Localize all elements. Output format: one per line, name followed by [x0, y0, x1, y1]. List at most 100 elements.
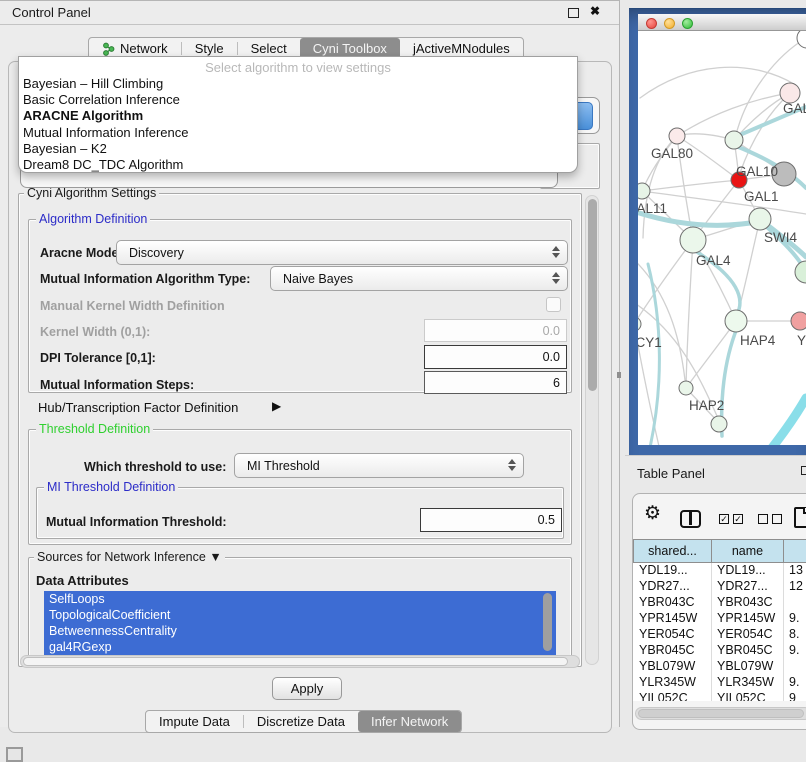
algorithm-dropdown-popup: Select algorithm to view settings Bayesi…: [18, 56, 578, 173]
mi-type-label: Mutual Information Algorithm Type:: [40, 272, 250, 286]
threshold-definition-title: Threshold Definition: [36, 423, 153, 436]
mi-steps-field[interactable]: 6: [424, 371, 567, 394]
network-node[interactable]: [795, 261, 806, 283]
network-edge[interactable]: [642, 136, 677, 191]
network-node[interactable]: [711, 416, 727, 432]
hub-definition-label[interactable]: Hub/Transcription Factor Definition: [38, 400, 238, 415]
mi-threshold-field[interactable]: 0.5: [420, 508, 562, 532]
zoom-traffic-light-icon[interactable]: [682, 18, 693, 29]
table-row[interactable]: YBR043CYBR043C: [633, 595, 806, 611]
algorithm-option[interactable]: Bayesian – Hill Climbing: [19, 76, 577, 92]
sources-title[interactable]: Sources for Network Inference ▼: [34, 551, 225, 564]
node-label: GAL1: [744, 189, 779, 204]
table-row[interactable]: YDL19...YDL19...13: [633, 563, 806, 579]
checked-box-icon-2[interactable]: ✓: [733, 514, 743, 524]
apply-button[interactable]: Apply: [272, 677, 342, 700]
network-node-gal[interactable]: [780, 83, 800, 103]
close-traffic-light-icon[interactable]: [646, 18, 657, 29]
network-edge[interactable]: [642, 180, 739, 191]
settings-vertical-scrollbar-thumb[interactable]: [588, 199, 597, 391]
network-node-gal4[interactable]: [680, 227, 706, 253]
table-row[interactable]: YLR345WYLR345W9.: [633, 675, 806, 691]
unchecked-box-icon-1[interactable]: [758, 514, 768, 524]
algorithm-option[interactable]: Basic Correlation Inference: [19, 92, 577, 108]
network-node[interactable]: [797, 31, 806, 48]
table-panel-float-icon[interactable]: [801, 466, 806, 475]
network-node-gal10[interactable]: [725, 131, 743, 149]
column-header[interactable]: [783, 539, 806, 563]
columns-icon[interactable]: [680, 510, 701, 528]
network-node-y[interactable]: [791, 312, 806, 330]
manual-kernel-checkbox[interactable]: [546, 297, 561, 312]
tab-infer-network[interactable]: Infer Network: [358, 711, 461, 732]
algorithm-option[interactable]: Mutual Information Inference: [19, 125, 577, 141]
table-row[interactable]: YIL052CYIL052C9: [633, 691, 806, 701]
splitter-handle[interactable]: [617, 372, 621, 378]
close-icon[interactable]: ✖: [590, 4, 600, 18]
table-cell: YBR045C: [633, 643, 711, 659]
spinner-arrows-icon: [508, 459, 516, 471]
table-row[interactable]: YPR145WYPR145W9.: [633, 611, 806, 627]
algorithm-option[interactable]: Bayesian – K2: [19, 141, 577, 157]
network-edge[interactable]: [638, 256, 685, 380]
data-attribute-item[interactable]: SelfLoops: [44, 591, 556, 607]
collapsed-panel-button[interactable]: [6, 747, 23, 762]
tab-impute-data[interactable]: Impute Data: [146, 711, 243, 732]
node-label: SWI4: [764, 230, 797, 245]
table-horizontal-scrollbar[interactable]: [635, 707, 806, 720]
cyni-settings-title: Cyni Algorithm Settings: [24, 187, 159, 200]
node-label: GAL80: [651, 146, 693, 161]
column-header[interactable]: name: [711, 539, 784, 563]
algorithm-option[interactable]: ARACNE Algorithm: [19, 108, 577, 124]
minimize-traffic-light-icon[interactable]: [664, 18, 675, 29]
data-attribute-item[interactable]: TopologicalCoefficient: [44, 607, 556, 623]
table-row[interactable]: YDR27...YDR27...12: [633, 579, 806, 595]
which-threshold-value: MI Threshold: [247, 459, 320, 473]
table-row[interactable]: YBR045CYBR045C9.: [633, 643, 806, 659]
algorithm-option[interactable]: Dream8 DC_TDC Algorithm: [19, 157, 577, 173]
which-threshold-select[interactable]: MI Threshold: [234, 453, 524, 478]
network-edge[interactable]: [677, 93, 790, 136]
table-row[interactable]: YBL079WYBL079W: [633, 659, 806, 675]
settings-horizontal-scrollbar-thumb[interactable]: [23, 657, 568, 666]
expand-arrow-icon[interactable]: ▼: [209, 550, 221, 564]
network-edge[interactable]: [764, 398, 806, 445]
network-node-swi4[interactable]: [749, 208, 771, 230]
table-cell: YPR145W: [711, 611, 783, 627]
table-cell: [783, 659, 806, 675]
kernel-width-label: Kernel Width (0,1):: [40, 325, 150, 339]
collapse-arrow-icon[interactable]: ▶: [272, 399, 281, 413]
tab-discretize-data[interactable]: Discretize Data: [244, 711, 358, 732]
table-row[interactable]: YER054CYER054C8.: [633, 627, 806, 643]
float-window-icon[interactable]: [568, 8, 579, 18]
dpi-tolerance-field[interactable]: 0.0: [424, 345, 567, 369]
network-node-hap4[interactable]: [725, 310, 747, 332]
tab-label: Cyni Toolbox: [313, 41, 387, 56]
network-edge[interactable]: [648, 264, 659, 445]
data-attribute-item[interactable]: gal4RGexp: [44, 639, 556, 655]
network-icon: [102, 42, 115, 56]
data-attributes-list[interactable]: SelfLoopsTopologicalCoefficientBetweenne…: [44, 591, 556, 655]
table-cell: YBR043C: [633, 595, 711, 611]
data-attribute-item[interactable]: BetweennessCentrality: [44, 623, 556, 639]
network-window-titlebar[interactable]: [638, 14, 806, 31]
network-node-gal80[interactable]: [669, 128, 685, 144]
table-cell: YPR145W: [633, 611, 711, 627]
page-icon[interactable]: [794, 507, 806, 528]
manual-kernel-label: Manual Kernel Width Definition: [40, 299, 225, 313]
settings-vertical-scrollbar[interactable]: [585, 195, 599, 665]
column-header[interactable]: shared...: [633, 539, 712, 563]
network-node-hap2[interactable]: [679, 381, 693, 395]
network-edge[interactable]: [640, 67, 794, 98]
unchecked-box-icon-2[interactable]: [772, 514, 782, 524]
table-horizontal-scrollbar-thumb[interactable]: [638, 709, 804, 718]
attributes-scrollbar-thumb[interactable]: [543, 593, 552, 651]
mi-type-select[interactable]: Naive Bayes: [270, 266, 568, 291]
gear-icon[interactable]: ⚙: [644, 504, 661, 523]
settings-horizontal-scrollbar[interactable]: [20, 655, 580, 668]
network-node-gcy1[interactable]: [638, 317, 641, 331]
checked-box-icon-1[interactable]: ✓: [719, 514, 729, 524]
aracne-mode-select[interactable]: Discovery: [116, 240, 568, 265]
network-canvas[interactable]: GALGAL80GAL10GAL1GAL11SWI4GAL4GCY1HAP4YH…: [638, 31, 806, 445]
network-node-gal11[interactable]: [638, 183, 650, 199]
